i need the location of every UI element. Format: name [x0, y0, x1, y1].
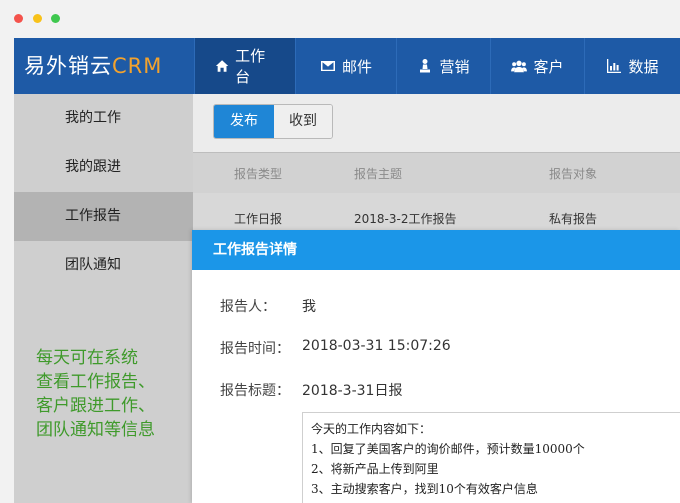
minimize-window-button[interactable] — [33, 14, 42, 23]
window-titlebar — [0, 0, 680, 38]
nav-item-data[interactable]: 数据 — [584, 38, 680, 94]
column-header-type[interactable]: 报告类型 — [234, 153, 282, 193]
mail-icon — [320, 61, 335, 71]
sidebar-item-my-followups[interactable]: 我的跟进 — [14, 143, 193, 192]
column-header-subject[interactable]: 报告主题 — [354, 153, 402, 193]
promo-line: 每天可在系统 — [36, 348, 138, 368]
brand-name: 易外销云 — [24, 54, 112, 78]
marketing-icon — [420, 59, 431, 73]
report-subject-value: 2018-3-31日报 — [302, 383, 403, 399]
promo-text: 每天可在系统 查看工作报告、 客户跟进工作、 团队通知等信息 — [36, 346, 186, 442]
reporter-label: 报告人： — [220, 299, 276, 315]
received-tab[interactable]: 收到 — [274, 105, 332, 138]
top-nav-bar: 易外销云CRM 工作台 邮件 营销 客户 数据 — [14, 38, 680, 94]
sidebar-item-my-work[interactable]: 我的工作 — [14, 94, 193, 143]
column-header-audience[interactable]: 报告对象 — [549, 153, 597, 193]
nav-label: 营销 — [439, 57, 470, 76]
maximize-window-button[interactable] — [51, 14, 60, 23]
report-subject-label: 报告标题： — [220, 383, 290, 399]
content-line: 3、主动搜索客户，找到10个有效客户信息 — [311, 482, 538, 496]
reporter-value: 我 — [302, 299, 316, 315]
content-line: 1、回复了美国客户的询价邮件，预计数量10000个 — [311, 442, 585, 456]
report-filter-toggle: 发布 收到 — [213, 104, 333, 139]
promo-line: 客户跟进工作、 — [36, 396, 155, 416]
main-nav: 工作台 邮件 营销 客户 数据 — [194, 38, 680, 94]
report-time-value: 2018-03-31 15:07:26 — [302, 338, 451, 354]
users-icon — [511, 60, 528, 73]
modal-title: 工作报告详情 — [192, 230, 680, 270]
sidebar-item-team-notices[interactable]: 团队通知 — [14, 241, 193, 290]
promo-line: 团队通知等信息 — [36, 420, 155, 440]
home-icon — [215, 60, 229, 72]
sidebar: 我的工作 我的跟进 工作报告 团队通知 每天可在系统 查看工作报告、 客户跟进工… — [14, 94, 193, 503]
report-table-header: 报告类型 报告主题 报告对象 — [193, 152, 680, 193]
nav-item-mail[interactable]: 邮件 — [295, 38, 396, 94]
nav-item-workbench[interactable]: 工作台 — [194, 38, 295, 94]
crm-app: 易外销云CRM 工作台 邮件 营销 客户 数据 我的工作 我的跟进 工作报告 团… — [14, 38, 680, 503]
report-content-area[interactable]: 今天的工作内容如下： 1、回复了美国客户的询价邮件，预计数量10000个 2、将… — [302, 412, 680, 503]
nav-label: 工作台 — [235, 47, 266, 86]
report-detail-modal: 工作报告详情 报告人： 我 报告时间： 2018-03-31 15:07:26 … — [192, 230, 680, 503]
report-time-label: 报告时间： — [220, 341, 290, 357]
nav-label: 数据 — [628, 57, 659, 76]
content-line: 今天的工作内容如下： — [311, 422, 432, 436]
nav-label: 客户 — [533, 57, 564, 76]
content-line: 2、将新产品上传到阿里 — [311, 462, 439, 476]
close-window-button[interactable] — [14, 14, 23, 23]
brand-suffix: CRM — [112, 54, 163, 78]
chart-icon — [607, 59, 622, 73]
publish-tab[interactable]: 发布 — [214, 105, 274, 138]
nav-item-customers[interactable]: 客户 — [490, 38, 584, 94]
brand-logo[interactable]: 易外销云CRM — [14, 38, 194, 94]
sidebar-item-work-reports[interactable]: 工作报告 — [14, 192, 193, 241]
nav-label: 邮件 — [341, 57, 372, 76]
promo-line: 查看工作报告、 — [36, 372, 155, 392]
nav-item-marketing[interactable]: 营销 — [396, 38, 490, 94]
